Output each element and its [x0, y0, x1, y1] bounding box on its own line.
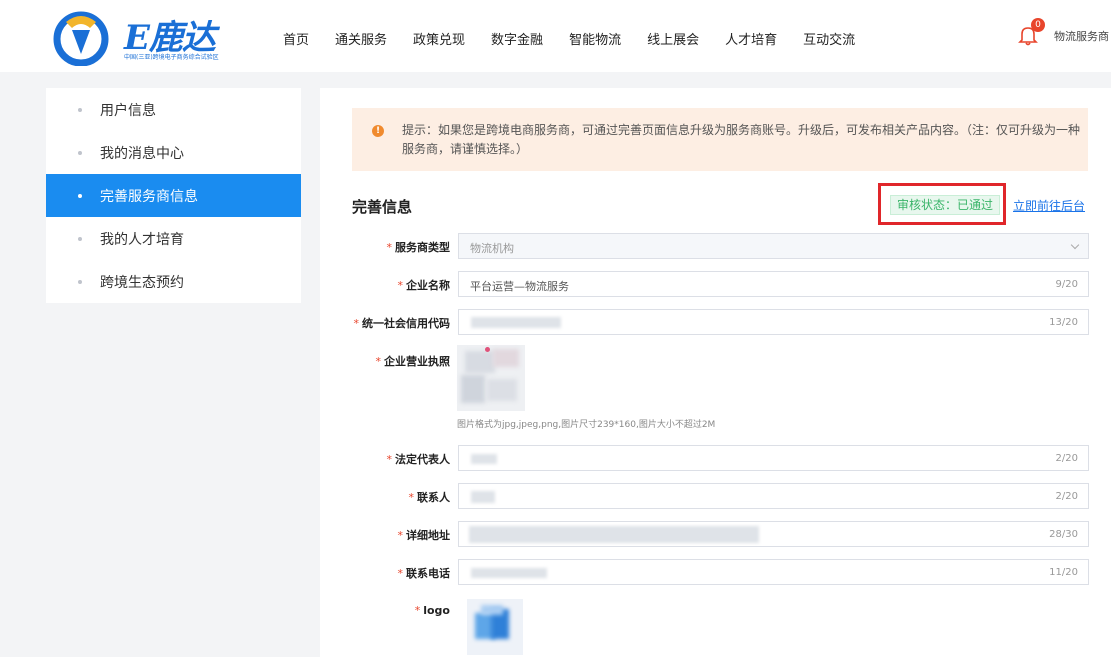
company-name-label: * 企业名称	[397, 279, 451, 292]
sidebar-item-label: 用户信息	[100, 102, 156, 119]
business-license-label: * 企业营业执照	[375, 355, 451, 368]
required-mark: *	[397, 279, 404, 292]
required-mark: *	[408, 491, 415, 504]
go-to-backend-link[interactable]: 立即前往后台	[1013, 197, 1085, 214]
redacted-value	[471, 568, 547, 578]
char-count: 13/20	[1049, 317, 1078, 328]
nav-interaction[interactable]: 互动交流	[803, 29, 855, 48]
legal-rep-label: * 法定代表人	[386, 453, 451, 466]
logo-subtitle: 中国(三亚)跨境电子商务综合试验区	[124, 54, 219, 61]
nav-talent[interactable]: 人才培育	[725, 29, 777, 48]
sidebar-item-label: 我的人才培育	[100, 231, 184, 248]
upload-hint: 图片格式为jpg,jpeg,png,图片尺寸239*160,图片大小不超过2M	[457, 420, 716, 430]
top-header: E鹿达 中国(三亚)跨境电子商务综合试验区 首页 通关服务 政策兑现 数字金融 …	[0, 0, 1111, 72]
select-value: 物流机构	[470, 242, 514, 255]
site-logo[interactable]: E鹿达 中国(三亚)跨境电子商务综合试验区	[52, 8, 252, 66]
redacted-value	[469, 526, 759, 543]
user-name[interactable]: 物流服务商	[1054, 28, 1109, 44]
nav-customs[interactable]: 通关服务	[335, 29, 387, 48]
required-mark: *	[414, 604, 421, 617]
bullet-icon	[78, 279, 82, 284]
page-title: 完善信息	[352, 198, 413, 216]
redacted-value	[471, 317, 561, 328]
credit-code-input[interactable]: 13/20	[458, 309, 1089, 335]
logo-image-upload[interactable]	[467, 599, 523, 655]
legal-rep-input[interactable]: 2/20	[458, 445, 1089, 471]
bullet-icon	[78, 193, 82, 198]
provider-type-select[interactable]: 物流机构	[458, 233, 1089, 259]
credit-code-label: * 统一社会信用代码	[353, 317, 451, 330]
warning-icon: !	[372, 125, 384, 137]
nav-home[interactable]: 首页	[283, 29, 309, 48]
sidebar-item-provider-info[interactable]: 完善服务商信息	[46, 174, 301, 217]
contact-input[interactable]: 2/20	[458, 483, 1089, 509]
provider-type-label: * 服务商类型	[386, 241, 451, 254]
required-mark: *	[397, 567, 404, 580]
sidebar-item-label: 跨境生态预约	[100, 274, 184, 291]
address-label: * 详细地址	[397, 529, 451, 542]
phone-input[interactable]: 11/20	[458, 559, 1089, 585]
nav-policy[interactable]: 政策兑现	[413, 29, 465, 48]
required-mark: *	[397, 529, 404, 542]
required-mark: *	[386, 241, 393, 254]
chevron-down-icon	[1070, 240, 1080, 250]
char-count: 11/20	[1049, 567, 1078, 578]
phone-label: * 联系电话	[397, 567, 451, 580]
char-count: 2/20	[1055, 453, 1078, 464]
char-count: 9/20	[1055, 279, 1078, 290]
tip-text: 提示：如果您是跨境电商服务商，可通过完善页面信息升级为服务商账号。升级后，可发布…	[402, 123, 1081, 156]
logo-label: * logo	[414, 604, 450, 617]
contact-label: * 联系人	[408, 491, 451, 504]
redacted-value	[471, 491, 495, 503]
status-badge: 审核状态：已通过	[890, 195, 1000, 215]
address-input[interactable]: 28/30	[458, 521, 1089, 547]
logo-emblem-icon	[53, 11, 109, 66]
license-image-upload[interactable]	[457, 345, 525, 411]
main-nav: 首页 通关服务 政策兑现 数字金融 智能物流 线上展会 人才培育 互动交流	[283, 29, 881, 48]
char-count: 28/30	[1049, 529, 1078, 540]
bullet-icon	[78, 236, 82, 241]
notification-badge: 0	[1031, 18, 1045, 32]
redacted-value	[471, 454, 497, 464]
nav-finance[interactable]: 数字金融	[491, 29, 543, 48]
char-count: 2/20	[1055, 491, 1078, 502]
nav-logistics[interactable]: 智能物流	[569, 29, 621, 48]
sidebar-item-label: 我的消息中心	[100, 145, 184, 162]
required-mark: *	[353, 317, 360, 330]
main-panel: ! 提示：如果您是跨境电商服务商，可通过完善页面信息升级为服务商账号。升级后，可…	[320, 88, 1111, 657]
required-mark: *	[386, 453, 393, 466]
tip-banner: ! 提示：如果您是跨境电商服务商，可通过完善页面信息升级为服务商账号。升级后，可…	[352, 108, 1088, 171]
nav-exhibition[interactable]: 线上展会	[647, 29, 699, 48]
required-mark: *	[375, 355, 382, 368]
company-name-input[interactable]: 平台运营—物流服务 9/20	[458, 271, 1089, 297]
sidebar-item-user-info[interactable]: 用户信息	[46, 88, 301, 131]
bullet-icon	[78, 107, 82, 112]
sidebar-item-messages[interactable]: 我的消息中心	[46, 131, 301, 174]
bullet-icon	[78, 150, 82, 155]
input-value: 平台运营—物流服务	[470, 280, 569, 293]
sidebar-item-label: 完善服务商信息	[100, 188, 198, 205]
sidebar: 用户信息 我的消息中心 完善服务商信息 我的人才培育 跨境生态预约	[46, 88, 301, 303]
